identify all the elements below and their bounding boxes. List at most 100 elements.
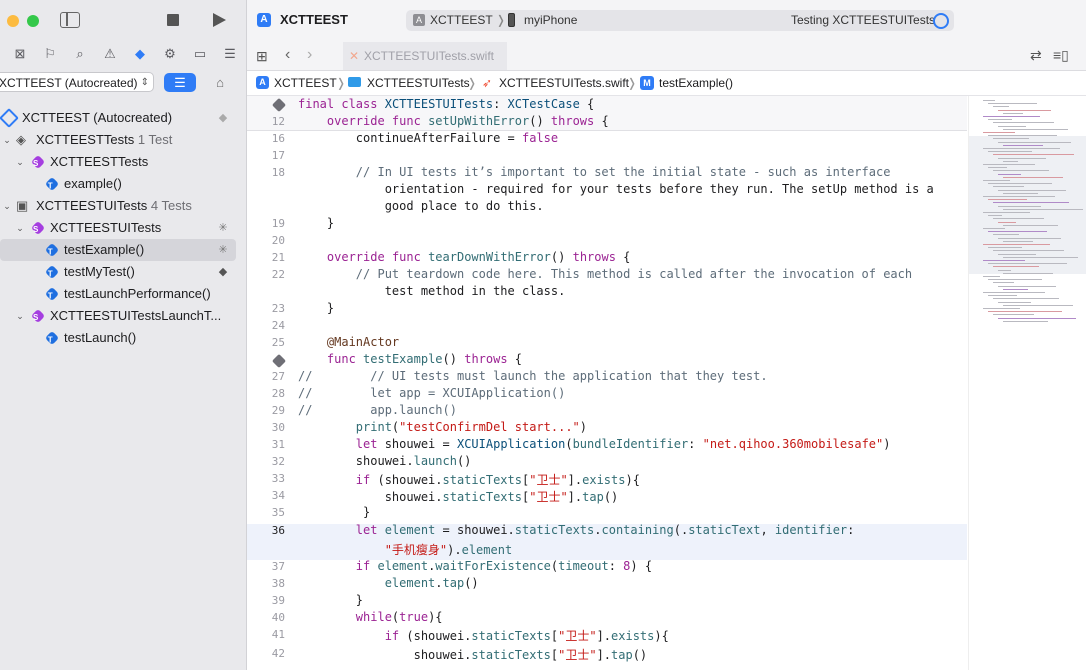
back-arrow-icon[interactable]: ‹ — [285, 46, 290, 64]
test-navigator-icon[interactable]: ◆ — [130, 44, 150, 64]
test-plan-select[interactable]: XCTTEEST (Autocreated) ⇕ — [0, 72, 154, 92]
minimap-line — [993, 314, 1034, 316]
chevron-down-icon[interactable]: ⌄ — [14, 217, 26, 239]
chevron-down-icon[interactable]: ⌄ — [1, 195, 13, 217]
minimap-line — [988, 135, 1057, 137]
row-label: example() — [64, 176, 122, 191]
test-class-row[interactable]: ⌄ S XCTTEESTUITestsLaunchT... — [0, 305, 246, 327]
line-number: 30 — [271, 421, 285, 434]
test-method-row[interactable]: T example() — [0, 173, 246, 195]
code-line: continueAfterFailure = false — [298, 131, 559, 145]
project-icon: A — [256, 76, 269, 89]
test-class-row[interactable]: ⌄ S XCTTEESTTests — [0, 151, 246, 173]
swap-editor-icon[interactable]: ⇄ — [1030, 47, 1042, 64]
line-number: 33 — [271, 472, 285, 485]
code-line: } — [298, 216, 335, 230]
test-method-row[interactable]: T testMyTest() ◆ — [0, 261, 246, 283]
test-method-row-selected[interactable]: T testExample() ✳ — [0, 239, 236, 261]
code-line: test method in the class. — [298, 284, 566, 298]
swift-icon: ✕ — [349, 49, 360, 63]
line-number: 31 — [271, 438, 285, 451]
minimap-line — [993, 186, 1024, 188]
bookmark-icon[interactable]: ⚐ — [40, 44, 60, 64]
test-class-row[interactable]: ⌄ S XCTTEESTUITests ✳ — [0, 217, 246, 239]
run-icon[interactable] — [213, 13, 226, 27]
stop-icon[interactable] — [167, 14, 179, 26]
test-bundle-row[interactable]: ⌄ ◈ XCTTEESTTests 1 Test — [0, 129, 246, 151]
source-editor[interactable]: final class XCTTEESTUITests: XCTestCase … — [247, 96, 967, 670]
zoom-window-button[interactable] — [27, 15, 39, 27]
jump-method[interactable]: testExample() — [659, 71, 733, 95]
chevron-down-icon[interactable]: ⌄ — [14, 151, 26, 173]
minimap-line — [998, 269, 1011, 271]
code-line: shouwei.launch() — [298, 454, 472, 468]
line-number: 40 — [271, 611, 285, 624]
minimap-line — [993, 122, 1054, 124]
code-line: func testExample() throws { — [326, 352, 523, 366]
editor-options-icon[interactable]: ≡▯ — [1053, 47, 1069, 64]
source-control-icon[interactable]: ⊠ — [10, 44, 30, 64]
sticky-line-2: override func setUpWithError() throws { — [326, 114, 609, 128]
code-line: while(true){ — [355, 610, 443, 624]
chevron-down-icon[interactable]: ⌄ — [14, 305, 26, 327]
test-method-icon: T — [44, 242, 60, 258]
line-number: 34 — [271, 489, 285, 502]
sticky-header: final class XCTTEESTUITests: XCTestCase … — [247, 96, 967, 131]
run-test-icon[interactable] — [271, 353, 287, 369]
issue-icon[interactable]: ⚠ — [100, 44, 120, 64]
window-toolbar-left — [0, 0, 246, 42]
test-count: 4 Tests — [150, 198, 192, 213]
scheme-selector[interactable]: XCTTEEST ❭ — [430, 10, 506, 31]
test-bundle-icon: ◈ — [16, 132, 26, 147]
forward-arrow-icon[interactable]: › — [307, 46, 312, 64]
run-class-tests-icon[interactable] — [271, 97, 287, 113]
test-method-row[interactable]: T testLaunchPerformance() — [0, 283, 246, 305]
destination-selector[interactable]: myiPhone — [524, 10, 577, 31]
folder-icon — [348, 77, 361, 87]
tab-label: XCTTEESTUITests.swift — [364, 49, 495, 63]
minimap-line — [988, 247, 1022, 249]
list-view-button[interactable]: ☰ — [164, 73, 196, 92]
breakpoint-icon[interactable]: ▭ — [190, 44, 210, 64]
minimap-line — [1003, 320, 1048, 322]
test-method-row[interactable]: T testLaunch() — [0, 327, 246, 349]
line-number: 23 — [271, 302, 285, 315]
minimap-line — [983, 212, 1030, 213]
minimap-line — [983, 292, 1045, 293]
line-number: 22 — [271, 268, 285, 281]
jump-project[interactable]: XCTTEEST — [274, 71, 337, 95]
test-plan-row[interactable]: XCTTEEST (Autocreated) ◆ — [0, 107, 246, 129]
minimap-line — [983, 244, 1050, 245]
minimap-line — [983, 180, 1010, 181]
grid-icon[interactable]: ⊞ — [256, 48, 268, 65]
jump-group[interactable]: XCTTEESTUITests — [367, 71, 470, 95]
test-class-icon: S — [30, 308, 46, 324]
run-test-icon[interactable]: ◆ — [216, 107, 230, 129]
minimap-line — [998, 285, 1056, 287]
ui-test-bundle-row[interactable]: ⌄ ▣ XCTTEESTUITests 4 Tests — [0, 195, 246, 217]
minimap-line — [998, 125, 1026, 127]
chevron-down-icon[interactable]: ⌄ — [1, 129, 13, 151]
minimap-line — [1003, 144, 1043, 146]
run-test-icon[interactable]: ◆ — [216, 261, 230, 283]
minimap[interactable] — [968, 96, 1086, 670]
minimap-line — [1003, 128, 1068, 130]
minimap-line — [993, 250, 1064, 252]
test-class-icon: S — [30, 220, 46, 236]
report-icon[interactable]: ☰ — [220, 44, 240, 64]
jump-file[interactable]: XCTTEESTUITests.swift — [499, 71, 629, 95]
debug-icon[interactable]: ⚙ — [160, 44, 180, 64]
progress-spinner-icon — [933, 13, 949, 29]
row-label: XCTTEESTTests — [50, 154, 149, 169]
line-number: 37 — [271, 560, 285, 573]
minimap-line — [1003, 192, 1038, 194]
find-icon[interactable]: ⌕ — [70, 44, 90, 64]
code-line: let shouwei = XCUIApplication(bundleIden… — [355, 437, 891, 451]
minimize-window-button[interactable] — [7, 15, 19, 27]
minimap-line — [993, 298, 1059, 300]
minimap-line — [988, 183, 1052, 185]
tag-icon[interactable]: ⌂ — [210, 73, 230, 92]
sidebar-toggle-icon[interactable] — [60, 12, 80, 28]
tab-file[interactable]: ✕ XCTTEESTUITests.swift — [343, 42, 507, 70]
code-line: } — [298, 593, 364, 607]
